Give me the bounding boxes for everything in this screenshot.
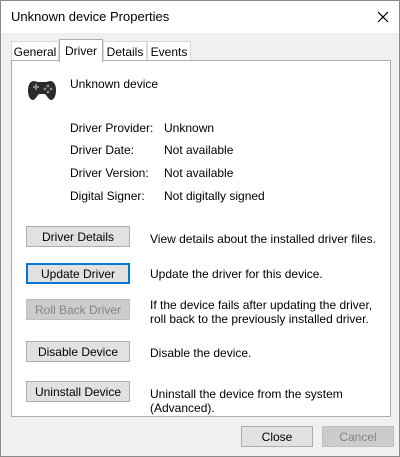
- driver-details-button[interactable]: Driver Details: [26, 226, 130, 247]
- properties-dialog: Unknown device Properties General Driver…: [0, 0, 400, 457]
- update-driver-description: Update the driver for this device.: [150, 267, 323, 281]
- gamepad-icon: [28, 81, 56, 100]
- cancel-button: Cancel: [322, 426, 394, 447]
- tab-general[interactable]: General: [11, 41, 59, 61]
- title-bar: Unknown device Properties: [1, 1, 399, 33]
- driver-details-description: View details about the installed driver …: [150, 232, 376, 246]
- tab-details[interactable]: Details: [103, 41, 147, 61]
- digital-signer-label: Digital Signer:: [70, 189, 145, 203]
- roll-back-driver-description: If the device fails after updating the d…: [150, 298, 373, 326]
- tab-events[interactable]: Events: [147, 41, 191, 61]
- uninstall-device-description: Uninstall the device from the system (Ad…: [150, 387, 343, 415]
- uninstall-device-button[interactable]: Uninstall Device: [26, 381, 130, 402]
- window-title: Unknown device Properties: [11, 9, 170, 24]
- close-window-button[interactable]: [367, 1, 399, 33]
- tab-driver[interactable]: Driver: [59, 39, 103, 62]
- close-icon: [377, 11, 389, 23]
- roll-back-driver-button: Roll Back Driver: [26, 299, 130, 320]
- digital-signer-value: Not digitally signed: [164, 189, 265, 203]
- disable-device-button[interactable]: Disable Device: [26, 341, 130, 362]
- update-driver-button[interactable]: Update Driver: [26, 263, 130, 284]
- driver-provider-label: Driver Provider:: [70, 121, 154, 135]
- driver-date-value: Not available: [164, 143, 234, 157]
- device-name: Unknown device: [70, 77, 159, 91]
- driver-version-label: Driver Version:: [70, 166, 149, 180]
- driver-tab-panel: Unknown device Driver Provider: Unknown …: [11, 60, 391, 417]
- driver-date-label: Driver Date:: [70, 143, 135, 157]
- disable-device-description: Disable the device.: [150, 346, 252, 360]
- driver-provider-value: Unknown: [164, 121, 215, 135]
- close-button[interactable]: Close: [241, 426, 313, 447]
- driver-version-value: Not available: [164, 166, 234, 180]
